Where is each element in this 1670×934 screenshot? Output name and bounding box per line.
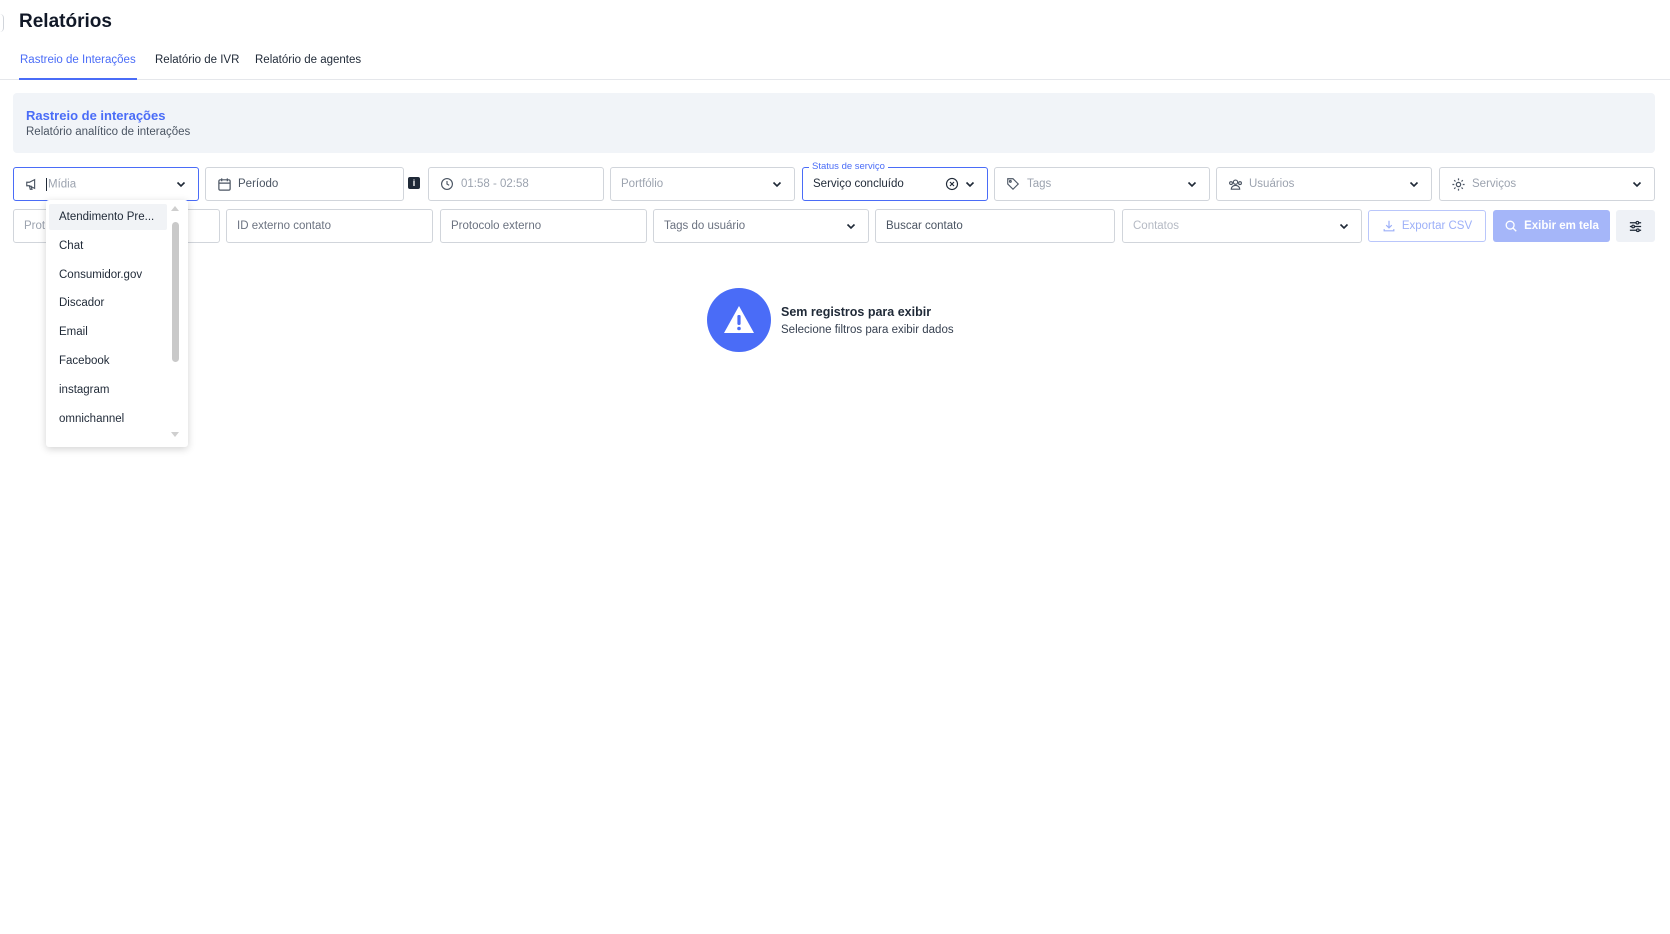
status-servico-value: Serviço concluído <box>813 178 904 190</box>
periodo-field[interactable]: Período <box>205 167 404 201</box>
chevron-down-icon <box>963 177 977 191</box>
tags-placeholder: Tags <box>1027 178 1052 190</box>
card-subtitle: Relatório analítico de interações <box>26 126 191 138</box>
dropdown-option[interactable]: Email <box>49 319 167 345</box>
chevron-down-icon <box>174 177 188 191</box>
export-csv-label: Exportar CSV <box>1401 220 1473 232</box>
contatos-placeholder: Contatos <box>1133 220 1180 232</box>
status-servico-label: Status de serviço <box>809 161 888 172</box>
export-csv-button[interactable]: Exportar CSV <box>1368 210 1486 242</box>
periodo-info-icon[interactable]: i <box>408 177 420 189</box>
servicos-select[interactable]: Serviços <box>1439 167 1655 201</box>
scrollbar-thumb[interactable] <box>172 222 179 362</box>
periodo-placeholder: Período <box>238 178 279 190</box>
report-info-card: Rastreio de interações Relatório analíti… <box>13 93 1655 153</box>
users-icon <box>1227 176 1243 192</box>
protocolo-externo-input[interactable]: Protocolo externo <box>440 209 647 243</box>
tag-icon <box>1005 176 1021 192</box>
id-externo-placeholder: ID externo contato <box>237 220 331 232</box>
horario-value: 01:58 - 02:58 <box>461 178 529 190</box>
chevron-down-icon <box>770 177 784 191</box>
tab-relatorio-ivr[interactable]: Relatório de IVR <box>154 54 240 80</box>
scroll-up-icon[interactable] <box>171 206 179 211</box>
tags-usuario-select[interactable]: Tags do usuário <box>653 209 869 243</box>
exibir-em-tela-button[interactable]: Exibir em tela <box>1493 210 1610 242</box>
contatos-select[interactable]: Contatos <box>1122 209 1362 243</box>
chevron-down-icon <box>1630 177 1644 191</box>
sliders-icon <box>1628 219 1643 234</box>
midia-placeholder: Mídia <box>48 178 77 191</box>
id-externo-contato-input[interactable]: ID externo contato <box>226 209 433 243</box>
warning-icon <box>707 288 771 352</box>
chevron-down-icon <box>1185 177 1199 191</box>
chevron-down-icon <box>1337 219 1351 233</box>
protocolo-externo-placeholder: Protocolo externo <box>451 220 542 232</box>
dropdown-option[interactable]: instagram <box>49 377 167 403</box>
dropdown-option[interactable]: Consumidor.gov <box>49 262 167 288</box>
tab-label: Relatório de IVR <box>155 54 240 66</box>
empty-state-subtitle: Selecione filtros para exibir dados <box>781 324 954 336</box>
tab-relatorio-agentes[interactable]: Relatório de agentes <box>254 54 362 80</box>
midia-dropdown-menu: Atendimento Pre... Chat Consumidor.gov D… <box>46 200 188 447</box>
chevron-down-icon <box>844 219 858 233</box>
tab-label: Rastreio de Interações <box>20 54 136 66</box>
empty-state-title: Sem registros para exibir <box>781 305 932 319</box>
status-servico-select[interactable]: Serviço concluído <box>802 167 988 201</box>
portfolio-placeholder: Portfólio <box>621 178 664 190</box>
tab-rastreio-interacoes[interactable]: Rastreio de Interações <box>19 54 137 80</box>
megaphone-icon <box>24 176 40 192</box>
search-icon <box>1504 219 1518 233</box>
dropdown-option[interactable]: Facebook <box>49 348 167 374</box>
usuarios-select[interactable]: Usuários <box>1216 167 1432 201</box>
exibir-em-tela-label: Exibir em tela <box>1524 220 1599 232</box>
calendar-icon <box>216 176 232 192</box>
midia-select[interactable]: Mídia <box>13 167 199 201</box>
page-title: Relatórios <box>19 11 112 32</box>
header-edge <box>0 14 4 32</box>
portfolio-select[interactable]: Portfólio <box>610 167 795 201</box>
filter-settings-button[interactable] <box>1616 210 1655 242</box>
text-cursor <box>46 177 47 191</box>
tab-label: Relatório de agentes <box>255 54 362 66</box>
tab-bar: Rastreio de Interações Relatório de IVR … <box>0 48 1670 80</box>
download-icon <box>1382 219 1396 233</box>
horario-field[interactable]: 01:58 - 02:58 <box>428 167 604 201</box>
tags-select[interactable]: Tags <box>994 167 1210 201</box>
dropdown-option[interactable]: Discador <box>49 290 167 316</box>
usuarios-placeholder: Usuários <box>1249 178 1295 190</box>
buscar-contato-placeholder: Buscar contato <box>886 220 963 232</box>
buscar-contato-input[interactable]: Buscar contato <box>875 209 1115 243</box>
dropdown-option[interactable]: Chat <box>49 233 167 259</box>
chevron-down-icon <box>1407 177 1421 191</box>
tags-usuario-placeholder: Tags do usuário <box>664 220 746 232</box>
gear-icon <box>1450 176 1466 192</box>
clock-icon <box>439 176 455 192</box>
scroll-down-icon[interactable] <box>171 432 179 437</box>
card-title: Rastreio de interações <box>26 108 166 123</box>
clear-icon[interactable] <box>945 177 959 191</box>
dropdown-option[interactable]: Atendimento Pre... <box>49 204 167 230</box>
dropdown-option[interactable]: omnichannel <box>49 406 167 432</box>
servicos-placeholder: Serviços <box>1472 178 1517 190</box>
